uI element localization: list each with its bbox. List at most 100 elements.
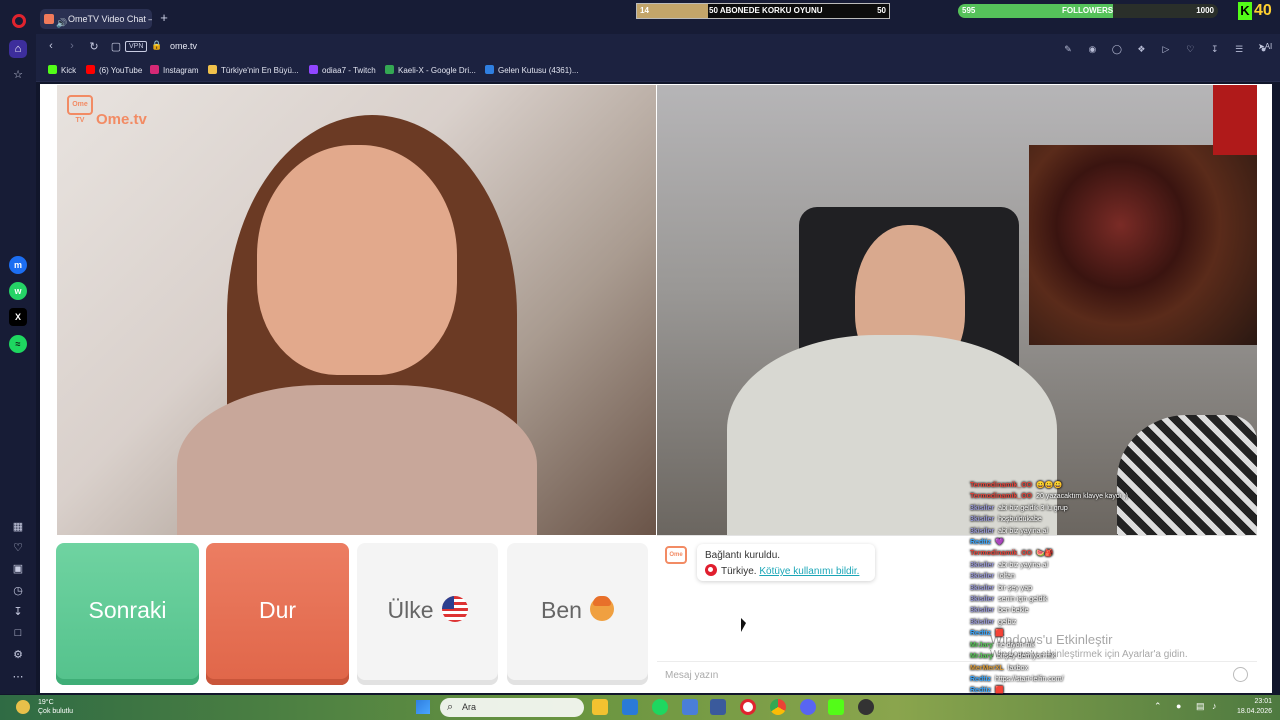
url-field[interactable]: ome.tv xyxy=(170,41,197,51)
file-explorer-icon[interactable] xyxy=(592,699,608,715)
us-flag-icon xyxy=(441,596,468,622)
reload-icon[interactable]: ↻ xyxy=(87,40,101,53)
chat-text: lolfan xyxy=(998,573,1015,581)
chat-username: 3kisiler xyxy=(970,584,995,592)
country-label: Ülke xyxy=(387,597,434,623)
discord-icon[interactable] xyxy=(800,699,816,715)
bookmark-item[interactable]: odiaa7 - Twitch xyxy=(309,65,376,77)
forward-arrow-icon[interactable]: › xyxy=(65,40,79,52)
spotify-icon[interactable]: ≈ xyxy=(9,335,27,353)
stop-button[interactable]: Dur xyxy=(206,543,349,685)
history-icon[interactable]: ◷ xyxy=(9,582,27,600)
play-icon[interactable]: ▷ xyxy=(1156,41,1176,57)
outlook-icon[interactable] xyxy=(622,699,638,715)
shield-icon[interactable]: ◯ xyxy=(1107,41,1127,57)
heart-icon[interactable]: ♡ xyxy=(1180,41,1200,57)
stream-chat-line: MrJary birşey demiyon mk xyxy=(970,651,1200,662)
star-icon[interactable]: ☆ xyxy=(9,66,27,84)
taskbar-search[interactable]: Ara xyxy=(440,698,584,717)
opera-taskbar-icon[interactable] xyxy=(740,699,756,715)
report-abuse-link[interactable]: Kötüye kullanımı bildir. xyxy=(759,566,859,577)
settings-icon[interactable]: ⚙ xyxy=(9,646,27,664)
menu-icon[interactable]: ☰ xyxy=(1229,41,1249,57)
bookmark-item[interactable]: Türkiye'nin En Büyü... xyxy=(208,65,299,77)
bookmark-label: Instagram xyxy=(163,66,199,75)
obs-icon[interactable] xyxy=(858,699,874,715)
stream-chat-line: 3kisiler abi biz geldik 3 lu grup xyxy=(970,503,1200,514)
chat-username: Redtiz xyxy=(970,687,991,695)
mic-icon[interactable]: ● xyxy=(1176,701,1181,711)
speaker-icon[interactable]: 🔊 xyxy=(56,13,67,29)
new-tab-plus-icon[interactable]: + xyxy=(157,11,171,25)
browser-tab[interactable]: 🔊 OmeTV Video Chat — xyxy=(40,9,152,29)
stream-chat-line: Termodinamik_OO 😀😀😀 xyxy=(970,480,1200,491)
drive-favicon-icon xyxy=(385,65,394,74)
vpn-badge[interactable]: VPN xyxy=(125,41,148,52)
whatsapp-icon[interactable]: w xyxy=(9,282,27,300)
followers-target: 1000 xyxy=(1196,6,1214,15)
edit-icon[interactable]: ✎ xyxy=(1058,41,1078,57)
heart-icon[interactable]: ♡ xyxy=(9,539,27,557)
red-light xyxy=(1213,85,1257,155)
chrome-icon[interactable] xyxy=(770,699,786,715)
clock[interactable]: 23:01 18.04.2026 xyxy=(1228,697,1272,717)
opera-logo-icon[interactable] xyxy=(12,14,26,28)
chat-username: Redtiz xyxy=(970,630,991,638)
snapshot-icon[interactable]: ▢ xyxy=(109,40,123,53)
stream-chat-line: Redtiz 💜 xyxy=(970,537,1200,548)
apps-icon[interactable]: ▦ xyxy=(9,518,27,536)
me-button[interactable]: Ben xyxy=(507,543,648,685)
app-icon[interactable] xyxy=(710,699,726,715)
windows-start-icon[interactable] xyxy=(416,700,430,714)
spotify-taskbar-icon[interactable] xyxy=(652,699,668,715)
chat-username: 3kisiler xyxy=(970,516,995,524)
volume-icon[interactable]: ♪ xyxy=(1212,701,1217,711)
bookmark-item[interactable]: Kaeli-X - Google Dri... xyxy=(385,65,476,77)
camera-icon[interactable]: ◉ xyxy=(1082,41,1102,57)
next-label: Sonraki xyxy=(88,597,167,623)
lock-icon[interactable]: 🔒 xyxy=(151,40,162,51)
bookmark-item[interactable]: (6) YouTube xyxy=(86,65,142,77)
connection-status: Bağlantı kuruldu. xyxy=(705,550,781,561)
turkey-flag-icon xyxy=(705,564,717,576)
chat-username: MerMerXL xyxy=(970,664,1004,672)
store-icon[interactable] xyxy=(682,699,698,715)
emoji-icon[interactable] xyxy=(1233,667,1248,682)
stream-chat-line: 3kisiler bir şey yap xyxy=(970,583,1200,594)
back-arrow-icon[interactable]: ‹ xyxy=(44,40,58,52)
messenger-icon[interactable]: m xyxy=(9,256,27,274)
more-icon[interactable]: ⋯ xyxy=(9,668,27,686)
chat-username: Redtiz xyxy=(970,675,991,683)
home-icon[interactable]: ⌂ xyxy=(9,40,27,58)
instagram-favicon-icon xyxy=(150,65,159,74)
weather-desc: Çok bulutlu xyxy=(38,708,74,715)
ai-button[interactable]: ➤AI xyxy=(1258,38,1272,56)
bookmark-item[interactable]: Gelen Kutusu (4361)... xyxy=(485,65,579,77)
stream-chat-line: 3kisiler lolfan xyxy=(970,571,1200,582)
kick-taskbar-icon[interactable] xyxy=(828,699,844,715)
mouse-cursor-icon xyxy=(741,618,746,632)
chat-text: 😀😀😀 xyxy=(1036,482,1063,489)
network-icon[interactable]: ▤ xyxy=(1196,701,1205,712)
chat-username: 3kisiler xyxy=(970,504,995,512)
followers-label: FOLLOWERS xyxy=(1062,6,1114,15)
stream-chat-line: 3kisiler gelbiz xyxy=(970,617,1200,628)
youtube-favicon-icon xyxy=(86,65,95,74)
box-icon[interactable]: □ xyxy=(9,624,27,642)
followers-current: 595 xyxy=(962,6,976,15)
stream-chat-line: MerMerXL laxbox xyxy=(970,663,1200,674)
bookmark-item[interactable]: Kick xyxy=(48,65,76,77)
download-icon[interactable]: ↧ xyxy=(1205,41,1225,57)
country-button[interactable]: Ülke xyxy=(357,543,498,685)
next-button[interactable]: Sonraki xyxy=(56,543,199,685)
chat-text: 💜 xyxy=(995,539,1004,547)
wallet-icon[interactable]: ▣ xyxy=(9,560,27,578)
goal-title: 50 ABONEDE KORKU OYUNU xyxy=(709,6,823,15)
download-icon[interactable]: ↧ xyxy=(9,603,27,621)
followers-goal-bar: 595 FOLLOWERS 1000 xyxy=(958,4,1218,18)
address-bar-tools: ✎ ◉ ◯ ❖ ▷ ♡ ↧ ☰ ● xyxy=(1058,39,1274,55)
bookmark-item[interactable]: Instagram xyxy=(150,65,199,77)
tray-chevron-icon[interactable]: ⌃ xyxy=(1154,701,1162,712)
extension-icon[interactable]: ❖ xyxy=(1131,41,1151,57)
x-icon[interactable]: X xyxy=(9,308,27,326)
